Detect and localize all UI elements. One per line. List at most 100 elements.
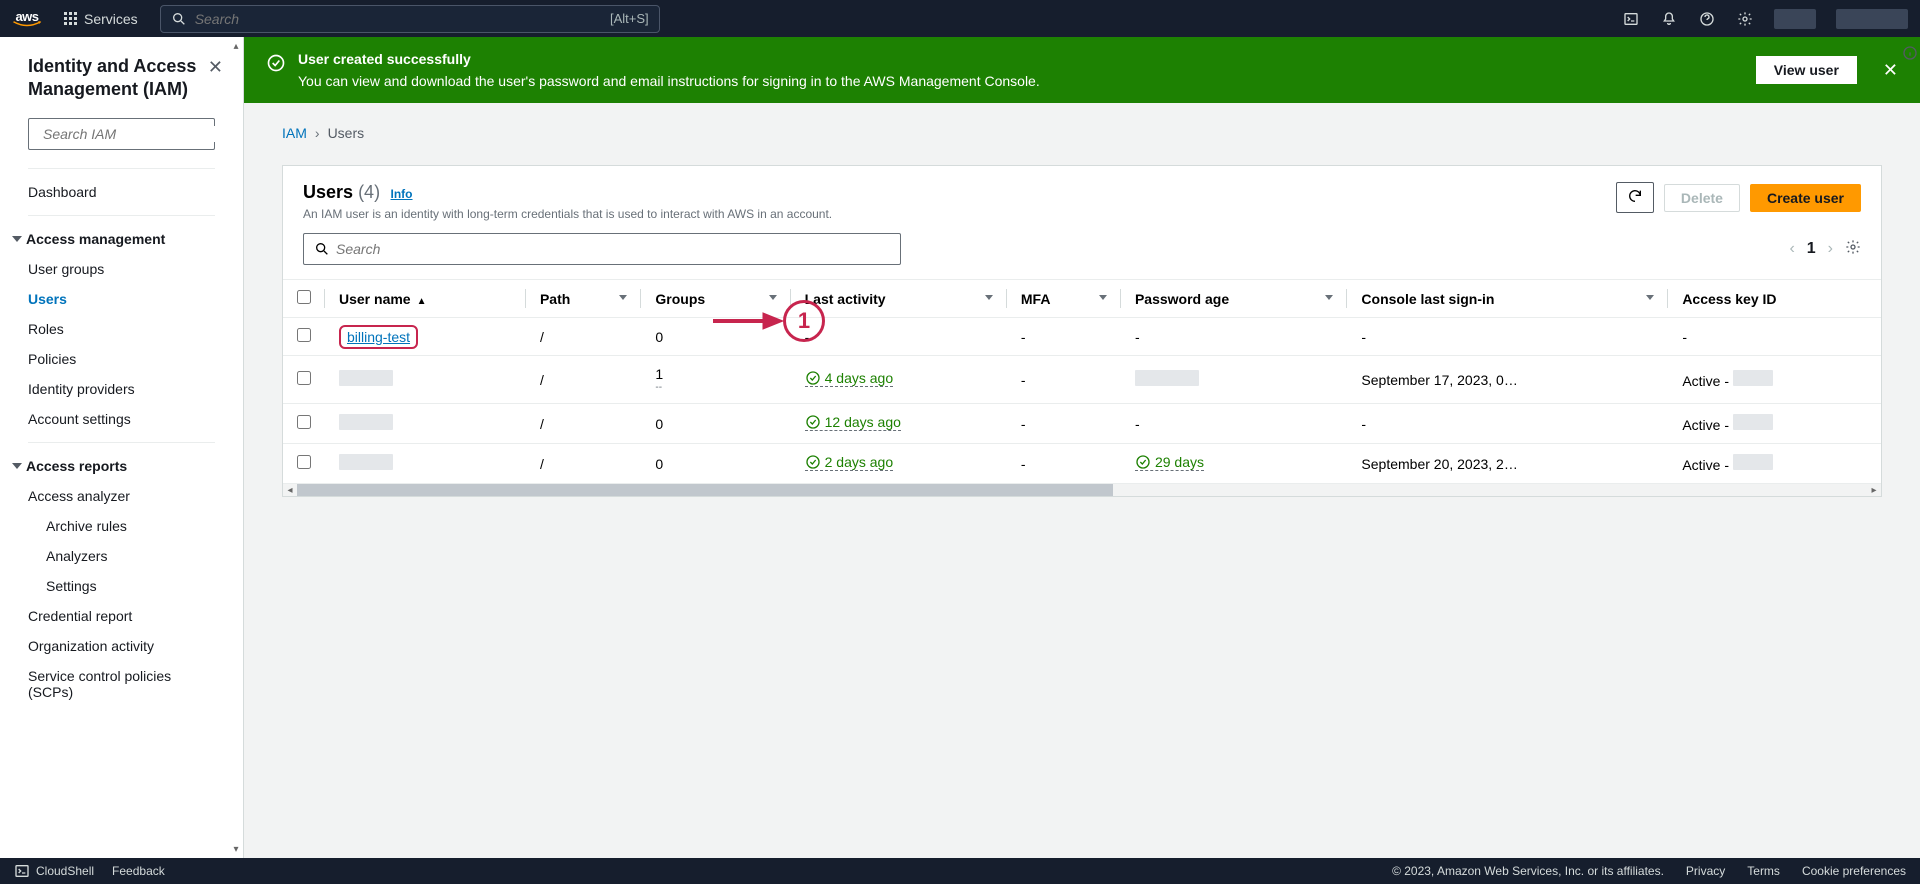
col-password-age[interactable]: Password age (1121, 280, 1347, 318)
divider (28, 215, 215, 216)
sidebar-item-account-settings[interactable]: Account settings (0, 404, 243, 434)
table-wrapper: User name▲ Path Groups Last activity MFA… (283, 279, 1881, 484)
sidebar-search-input[interactable] (43, 126, 225, 142)
breadcrumb-current: Users (328, 125, 365, 141)
cell-access-key: Active - (1668, 356, 1881, 404)
settings-icon[interactable] (1736, 10, 1754, 28)
terms-link[interactable]: Terms (1747, 864, 1780, 878)
region-selector[interactable] (1774, 9, 1816, 29)
cell-password-age (1121, 356, 1347, 404)
cell-mfa: - (1007, 404, 1121, 444)
cell-path: / (526, 444, 641, 484)
view-user-button[interactable]: View user (1756, 56, 1857, 84)
horizontal-scrollbar[interactable]: ◂▸ (283, 484, 1881, 496)
panel-title: Users (4) (303, 182, 380, 202)
col-access-key[interactable]: Access key ID (1668, 280, 1881, 318)
sidebar-search[interactable] (28, 118, 215, 150)
cell-groups: 0 (641, 444, 790, 484)
row-checkbox[interactable] (297, 455, 311, 469)
cell-password-age: - (1121, 404, 1347, 444)
row-checkbox[interactable] (297, 415, 311, 429)
chevron-down-icon (1099, 295, 1107, 300)
row-checkbox[interactable] (297, 328, 311, 342)
grid-icon (64, 12, 78, 26)
page-number: 1 (1807, 240, 1816, 258)
table-search[interactable] (303, 233, 901, 265)
cell-mfa: - (1007, 356, 1121, 404)
chevron-right-icon: › (315, 125, 320, 141)
select-all-checkbox[interactable] (297, 290, 311, 304)
sidebar-item-identity-providers[interactable]: Identity providers (0, 374, 243, 404)
search-icon (314, 241, 330, 257)
col-last-activity[interactable]: Last activity (791, 280, 1007, 318)
chevron-down-icon (619, 295, 627, 300)
divider (28, 168, 215, 169)
create-user-button[interactable]: Create user (1750, 184, 1861, 212)
help-icon[interactable] (1698, 10, 1716, 28)
password-status: 29 days (1135, 454, 1204, 471)
aws-logo[interactable]: aws (12, 9, 42, 28)
info-link[interactable]: Info (391, 187, 413, 201)
col-groups[interactable]: Groups (641, 280, 790, 318)
chevron-down-icon (1646, 295, 1654, 300)
cell-groups: 0 (641, 404, 790, 444)
table-header-row: User name▲ Path Groups Last activity MFA… (283, 280, 1881, 318)
notifications-icon[interactable] (1660, 10, 1678, 28)
info-panel-toggle[interactable] (1900, 43, 1920, 63)
table-row: /0 12 days ago---Active - (283, 404, 1881, 444)
col-user-name[interactable]: User name▲ (325, 280, 526, 318)
sidebar-item-user-groups[interactable]: User groups (0, 254, 243, 284)
sidebar-item-roles[interactable]: Roles (0, 314, 243, 344)
cell-password-age: 29 days (1121, 444, 1347, 484)
cell-access-key: Active - (1668, 444, 1881, 484)
sidebar-item-policies[interactable]: Policies (0, 344, 243, 374)
col-mfa[interactable]: MFA (1007, 280, 1121, 318)
account-menu[interactable] (1836, 9, 1908, 29)
sidebar-item-access-analyzer[interactable]: Access analyzer (0, 481, 243, 511)
col-path[interactable]: Path (526, 280, 641, 318)
chevron-down-icon (1325, 295, 1333, 300)
sidebar-item-users[interactable]: Users (0, 284, 243, 314)
refresh-button[interactable] (1616, 182, 1654, 213)
cell-mfa: - (1007, 318, 1121, 356)
redacted-value (1733, 414, 1773, 430)
sidebar-item-dashboard[interactable]: Dashboard (0, 177, 243, 207)
feedback-link[interactable]: Feedback (112, 864, 165, 878)
sidebar-item-org-activity[interactable]: Organization activity (0, 631, 243, 661)
user-link[interactable]: billing-test (339, 325, 418, 349)
privacy-link[interactable]: Privacy (1686, 864, 1725, 878)
sidebar-item-credential-report[interactable]: Credential report (0, 601, 243, 631)
services-button[interactable]: Services (56, 7, 146, 31)
table-row: /1-- 4 days ago-September 17, 2023, 0…Ac… (283, 356, 1881, 404)
table-row: billing-test/0----- (283, 318, 1881, 356)
sort-asc-icon: ▲ (417, 296, 427, 307)
sidebar-item-analyzers[interactable]: Analyzers (0, 541, 243, 571)
main-content: User created successfully You can view a… (244, 37, 1920, 858)
table-settings-button[interactable] (1845, 239, 1861, 260)
sidebar-item-settings[interactable]: Settings (0, 571, 243, 601)
cloudshell-icon[interactable] (1622, 10, 1640, 28)
close-banner-icon[interactable]: ✕ (1883, 60, 1898, 81)
cell-signin: September 20, 2023, 2… (1347, 444, 1668, 484)
table-search-input[interactable] (336, 241, 890, 257)
cookie-link[interactable]: Cookie preferences (1802, 864, 1906, 878)
cell-path: / (526, 356, 641, 404)
breadcrumb-iam[interactable]: IAM (282, 125, 307, 141)
next-page-button[interactable]: › (1828, 240, 1833, 258)
sidebar-group-access[interactable]: Access management (0, 224, 243, 254)
prev-page-button[interactable]: ‹ (1789, 240, 1794, 258)
cell-path: / (526, 404, 641, 444)
col-console-signin[interactable]: Console last sign-in (1347, 280, 1668, 318)
sidebar-item-archive-rules[interactable]: Archive rules (0, 511, 243, 541)
close-sidebar-icon[interactable]: ✕ (208, 57, 223, 78)
global-search-input[interactable] (195, 11, 602, 27)
cloudshell-link[interactable]: CloudShell (14, 863, 94, 879)
row-checkbox[interactable] (297, 371, 311, 385)
delete-button[interactable]: Delete (1664, 184, 1740, 212)
sidebar-item-scps[interactable]: Service control policies (SCPs) (0, 661, 243, 707)
global-search[interactable]: [Alt+S] (160, 5, 660, 33)
sidebar: Identity and Access Management (IAM) ✕ D… (0, 37, 244, 858)
cell-activity: 4 days ago (791, 356, 1007, 404)
sidebar-group-reports[interactable]: Access reports (0, 451, 243, 481)
sidebar-scrollbar[interactable]: ▴▾ (229, 37, 243, 858)
